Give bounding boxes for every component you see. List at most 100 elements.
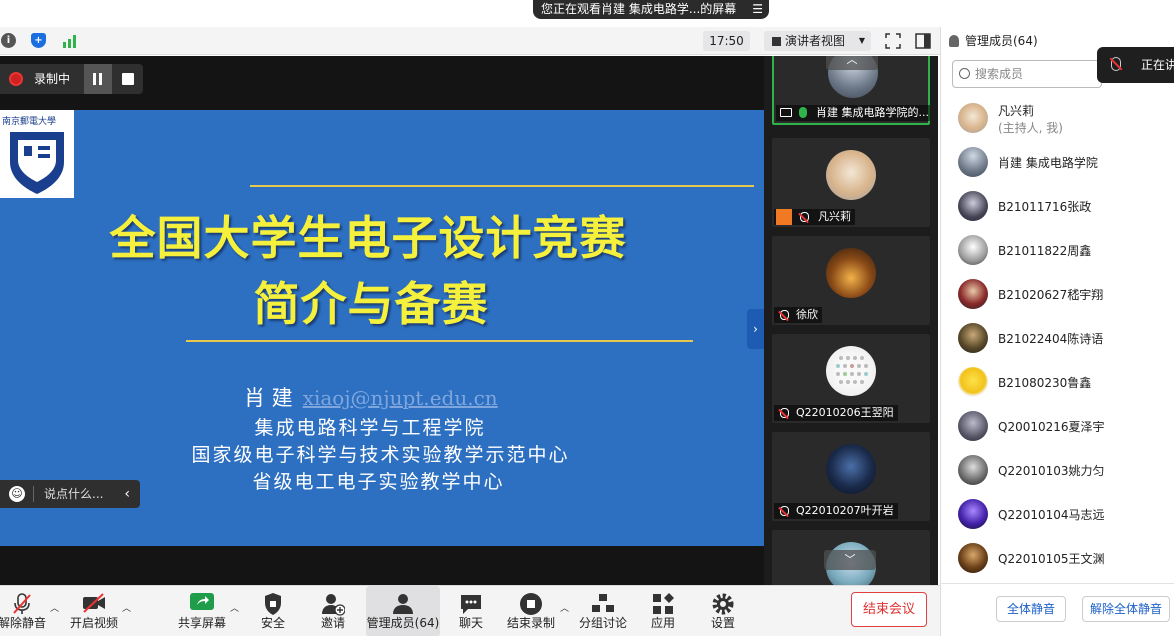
start-video-button[interactable]: 开启视频 (68, 586, 120, 636)
shield-icon[interactable]: + (31, 33, 46, 48)
video-tile[interactable]: 凡兴莉 (772, 138, 930, 227)
video-gallery: ︿ 肖建 集成电路学院的... 凡兴莉 徐欣 Q22010206王翌阳 Q220… (770, 56, 938, 585)
fullscreen-icon[interactable] (885, 33, 901, 52)
meeting-toolbar: 解除静音 ︿ 开启视频 ︿ 共享屏幕 ︿ 安全 邀请 管理成员(64) 聊天 结… (0, 585, 940, 636)
slide-affiliation: 集成电路科学与工程学院 (254, 417, 486, 439)
stop-recording-button[interactable] (122, 73, 134, 85)
apps-label: 应用 (650, 616, 675, 630)
mute-all-button[interactable]: 全体静音 (996, 596, 1066, 622)
stop-recording-label: 结束录制 (506, 616, 555, 630)
settings-button[interactable]: 设置 (700, 586, 746, 636)
meeting-top-bar: i + 17:50 演讲者视图 ▼ (0, 27, 940, 55)
member-row[interactable]: B21080230鲁鑫 (941, 361, 1174, 405)
list-icon[interactable]: ☰ (752, 0, 763, 19)
start-video-label: 开启视频 (69, 616, 118, 630)
speaker-view-icon (772, 37, 781, 46)
slide-author: 肖 建 xiaoj@njupt.edu.cn (244, 382, 498, 412)
invite-button[interactable]: 邀请 (310, 586, 356, 636)
chat-button[interactable]: 聊天 (448, 586, 494, 636)
member-name: B21011716张政 (998, 200, 1092, 214)
emoji-icon[interactable]: ☺ (9, 486, 25, 502)
chat-input-placeholder[interactable]: 说点什么... (44, 480, 103, 508)
video-tile[interactable]: 徐欣 (772, 236, 930, 325)
member-row[interactable]: Q22010103姚力匀 (941, 449, 1174, 493)
apps-button[interactable]: 应用 (640, 586, 686, 636)
chevron-up-icon[interactable]: ︿ (122, 601, 131, 614)
chevron-up-icon[interactable]: ︿ (50, 601, 59, 614)
tile-name: Q22010207叶开岩 (774, 503, 898, 519)
sharing-banner[interactable]: 您正在观看肖建 集成电路学...的屏幕 ☰ (533, 0, 769, 19)
video-tile[interactable]: Q22010207叶开岩 (772, 432, 930, 521)
members-panel-title: 管理成员(64) (965, 34, 1038, 48)
chevron-down-icon[interactable]: ﹀ (824, 550, 876, 570)
info-icon[interactable]: i (1, 33, 16, 48)
video-tile[interactable]: ︿ 肖建 集成电路学院的... (772, 56, 930, 125)
member-row[interactable]: B21011716张政 (941, 185, 1174, 229)
side-panel-toggle-icon[interactable] (915, 33, 931, 52)
video-tile[interactable]: Q22010206王翌阳 (772, 334, 930, 423)
member-row[interactable]: 凡兴莉 (主持人, 我) (941, 97, 1174, 141)
chevron-up-icon[interactable]: ︿ (826, 56, 878, 70)
mic-muted-icon (800, 212, 809, 222)
member-name: B21080230鲁鑫 (998, 376, 1092, 390)
chevron-up-icon[interactable]: ︿ (560, 601, 569, 614)
host-icon (776, 209, 792, 225)
chevron-up-icon[interactable]: ︿ (230, 601, 239, 614)
member-name: Q20010216夏泽宇 (998, 420, 1105, 434)
participant-name: Q22010206王翌阳 (796, 406, 894, 419)
share-screen-button[interactable]: 共享屏幕 (176, 586, 228, 636)
manage-members-button[interactable]: 管理成员(64) (366, 586, 440, 636)
view-mode-dropdown[interactable]: 演讲者视图 ▼ (764, 31, 871, 51)
video-tile[interactable]: ﹀ (772, 530, 930, 585)
collapse-gallery-button[interactable]: › (747, 309, 764, 349)
signal-icon[interactable] (62, 34, 77, 48)
tile-name: 凡兴莉 (774, 209, 855, 225)
member-name: Q22010105王文渊 (998, 552, 1105, 566)
pause-recording-button[interactable] (84, 64, 112, 94)
member-row[interactable]: B21022404陈诗语 (941, 317, 1174, 361)
quick-chat-bar[interactable]: ☺ 说点什么... ‹ (0, 480, 140, 508)
svg-text:南京郵電大學: 南京郵電大學 (2, 115, 56, 127)
participant-name: 肖建 集成电路学院的... (816, 106, 929, 119)
member-row[interactable]: Q22010104马志远 (941, 493, 1174, 537)
speaking-toast: 正在讲 (1097, 47, 1174, 83)
member-name: Q22010104马志远 (998, 508, 1105, 522)
decorative-line (186, 340, 693, 342)
search-icon (959, 68, 970, 79)
avatar (958, 323, 988, 353)
sharing-banner-text: 您正在观看肖建 集成电路学...的屏幕 (541, 2, 737, 16)
member-row[interactable]: Q22010105王文渊 (941, 537, 1174, 581)
speaking-toast-text: 正在讲 (1141, 58, 1174, 72)
view-mode-label: 演讲者视图 (785, 34, 846, 48)
unmute-all-button[interactable]: 解除全体静音 (1082, 596, 1170, 622)
avatar (958, 455, 988, 485)
stop-recording-toolbar-button[interactable]: 结束录制 (505, 586, 557, 636)
recording-indicator: 录制中 (0, 64, 143, 94)
breakout-rooms-button[interactable]: 分组讨论 (577, 586, 629, 636)
settings-label: 设置 (710, 616, 735, 630)
chevron-left-icon[interactable]: ‹ (124, 480, 130, 508)
university-logo: 南京郵電大學 (0, 110, 74, 198)
tile-name: Q22010206王翌阳 (774, 405, 898, 421)
avatar (826, 248, 876, 298)
meeting-clock: 17:50 (703, 31, 750, 51)
avatar (958, 411, 988, 441)
unmute-button[interactable]: 解除静音 (0, 586, 48, 636)
breakout-rooms-label: 分组讨论 (578, 616, 627, 630)
security-button[interactable]: 安全 (250, 586, 296, 636)
member-row[interactable]: 肖建 集成电路学院 (941, 141, 1174, 185)
member-row[interactable]: B21011822周鑫 (941, 229, 1174, 273)
member-name: Q22010103姚力匀 (998, 464, 1105, 478)
divider (33, 486, 34, 502)
avatar (958, 367, 988, 397)
tile-name: 徐欣 (774, 307, 822, 323)
author-name: 肖 建 (244, 386, 293, 410)
member-row[interactable]: Q20010216夏泽宇 (941, 405, 1174, 449)
avatar (958, 191, 988, 221)
end-meeting-button[interactable]: 结束会议 (851, 592, 927, 627)
recording-label: 录制中 (34, 72, 71, 86)
member-row[interactable]: B21020627嵇宇翔 (941, 273, 1174, 317)
search-members-input[interactable]: 搜索成员 (952, 60, 1102, 88)
mic-on-icon (799, 107, 807, 118)
decorative-line (250, 185, 754, 187)
